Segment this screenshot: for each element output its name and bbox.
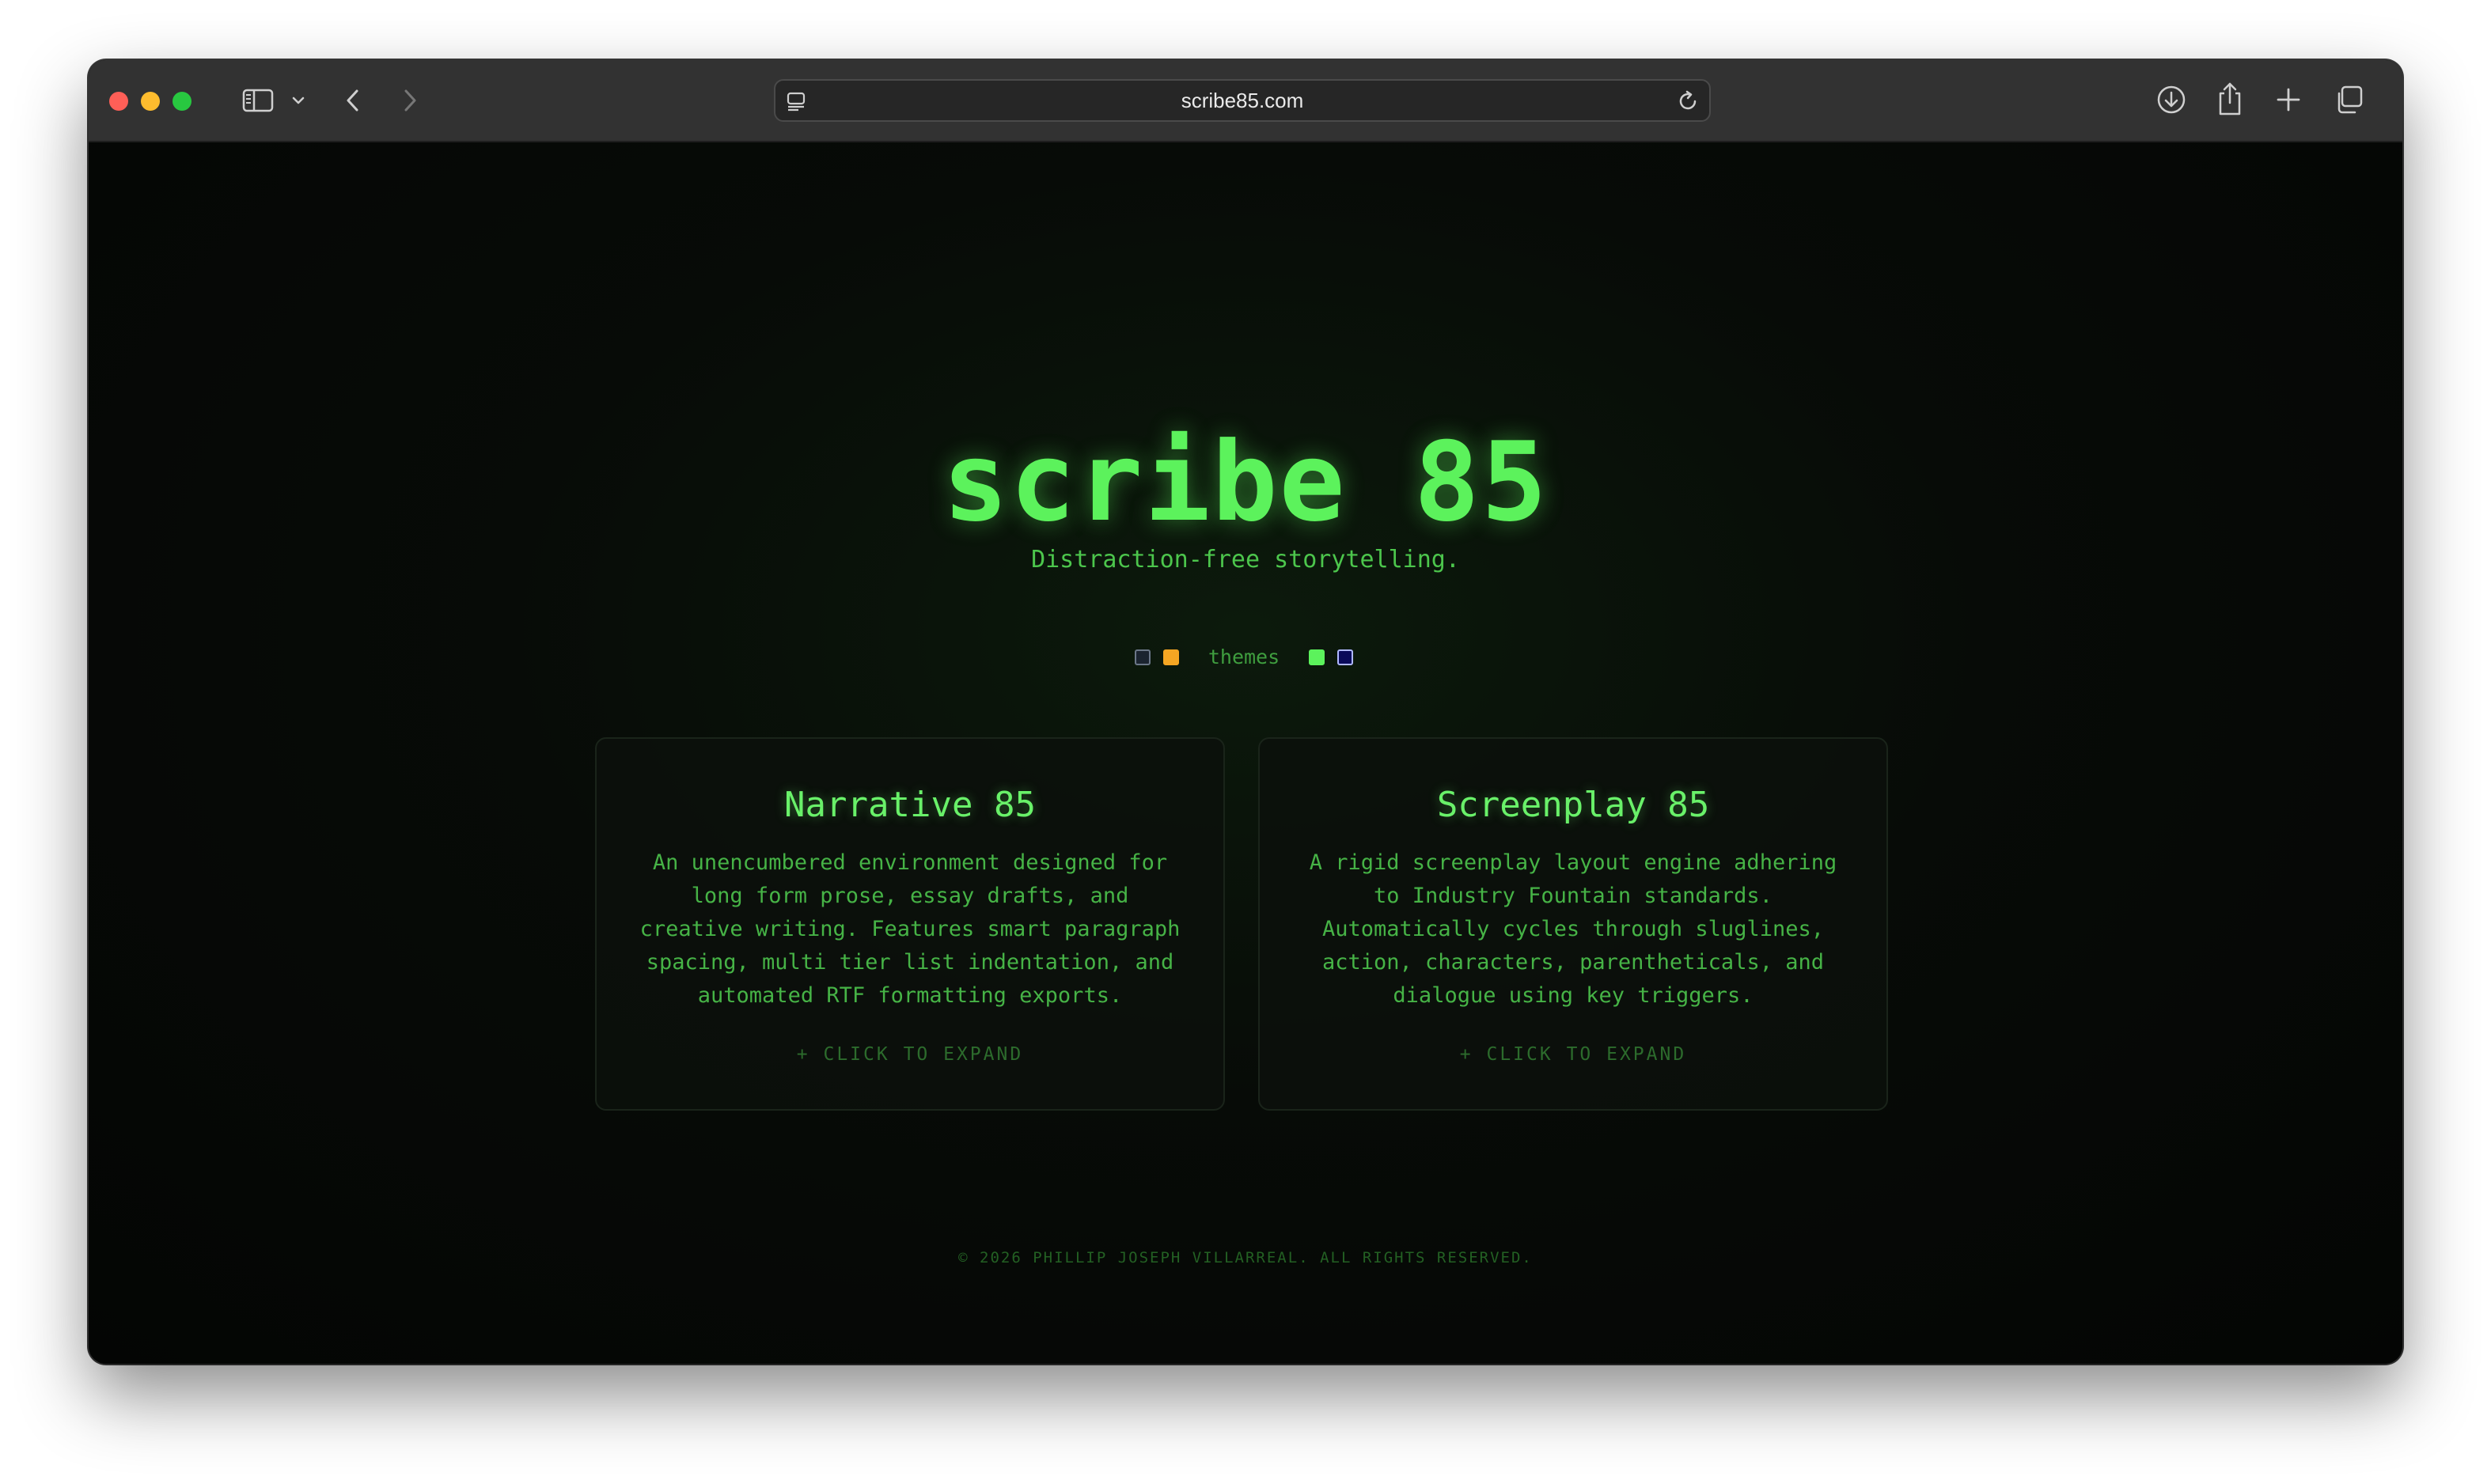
- themes-label: themes: [1208, 645, 1280, 668]
- chevron-down-icon[interactable]: [291, 95, 305, 106]
- plus-icon[interactable]: [2274, 85, 2303, 114]
- minimize-window-button[interactable]: [141, 92, 160, 111]
- sidebar-icon[interactable]: [242, 89, 274, 112]
- theme-switcher: themes: [1133, 645, 1358, 669]
- site-logo-title: scribe 85: [942, 418, 1549, 546]
- theme-swatch-green[interactable]: [1309, 649, 1325, 665]
- screenplay-card[interactable]: Screenplay 85 A rigid screenplay layout …: [1258, 737, 1888, 1111]
- reload-icon[interactable]: [1676, 89, 1700, 113]
- address-url[interactable]: scribe85.com: [775, 81, 1709, 120]
- card-expand-toggle[interactable]: + CLICK TO EXPAND: [1260, 1043, 1886, 1066]
- tabs-icon[interactable]: [2333, 84, 2364, 115]
- theme-swatch-amber[interactable]: [1163, 649, 1179, 665]
- card-title: Screenplay 85: [1436, 785, 1710, 825]
- site-tagline: Distraction-free storytelling.: [1031, 546, 1460, 574]
- close-window-button[interactable]: [109, 92, 128, 111]
- footer-copyright: © 2026 PHILLIP JOSEPH VILLARREAL. ALL RI…: [958, 1249, 1533, 1266]
- card-title: Narrative 85: [784, 785, 1036, 825]
- card-description: An unencumbered environment designed for…: [639, 850, 1181, 1008]
- address-bar[interactable]: scribe85.com: [774, 79, 1711, 122]
- download-icon[interactable]: [2155, 84, 2187, 115]
- card-description: A rigid screenplay layout engine adherin…: [1309, 850, 1837, 1008]
- chevron-left-icon[interactable]: [343, 87, 362, 114]
- share-icon[interactable]: [2216, 81, 2244, 117]
- chevron-right-icon[interactable]: [400, 87, 419, 114]
- browser-window: scribe85.com scribe 85 Distraction-free …: [89, 60, 2402, 1364]
- zoom-window-button[interactable]: [173, 92, 191, 111]
- theme-swatch-slate[interactable]: [1135, 649, 1151, 665]
- browser-toolbar: scribe85.com: [89, 60, 2402, 142]
- narrative-card[interactable]: Narrative 85 An unencumbered environment…: [595, 737, 1225, 1111]
- card-expand-toggle[interactable]: + CLICK TO EXPAND: [597, 1043, 1223, 1066]
- theme-swatch-blue[interactable]: [1337, 649, 1353, 665]
- page-content: scribe 85 Distraction-free storytelling.…: [89, 142, 2402, 1364]
